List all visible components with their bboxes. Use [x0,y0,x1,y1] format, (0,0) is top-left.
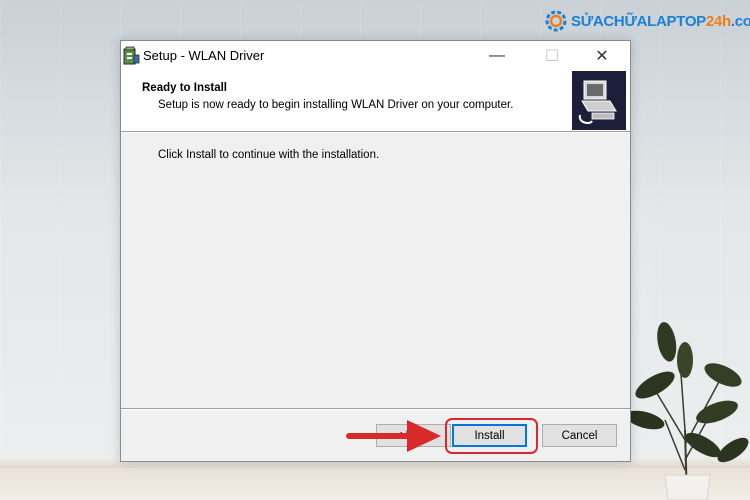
title-bar[interactable]: Setup - WLAN Driver — ☐ ✕ [121,41,630,71]
cancel-button[interactable]: Cancel [542,424,617,447]
plant-decoration [625,322,749,500]
setup-dialog-window: Setup - WLAN Driver — ☐ ✕ Ready to Insta… [120,40,631,462]
site-logo: SỬACHỮALAPTOP24h.com [545,8,750,34]
minimize-button[interactable]: — [474,41,520,71]
page-title: Ready to Install [142,82,227,94]
close-button[interactable]: ✕ [579,41,625,71]
computer-install-icon [572,71,626,130]
maximize-icon: ☐ [544,48,560,65]
wizard-header: Ready to Install Setup is now ready to b… [121,71,630,131]
close-icon: ✕ [595,48,609,65]
header-divider [121,131,630,133]
install-highlight-box [445,418,538,454]
footer-divider [121,408,630,410]
setup-installer-icon [123,46,140,65]
gear-icon [545,10,567,32]
install-instructions: Click Install to continue with the insta… [158,149,380,161]
logo-text: SỬACHỮALAPTOP24h.com [571,12,750,30]
red-arrow-icon [346,420,441,452]
minimize-icon: — [489,47,505,64]
page-subtitle: Setup is now ready to begin installing W… [158,99,514,111]
window-title: Setup - WLAN Driver [143,48,265,63]
maximize-button[interactable]: ☐ [529,41,575,71]
